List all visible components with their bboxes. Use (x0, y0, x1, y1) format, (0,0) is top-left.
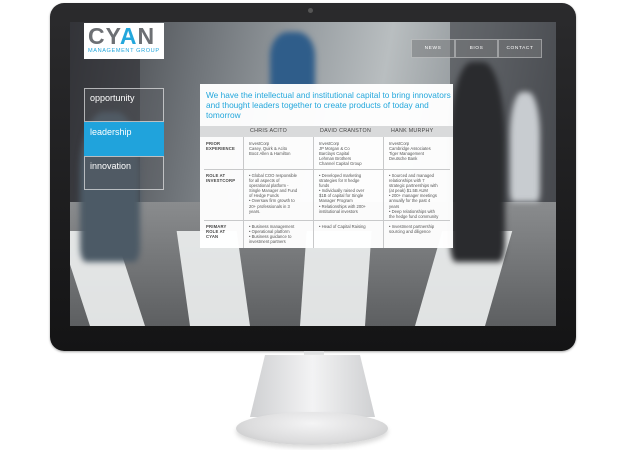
pedestrian-silhouette (510, 92, 540, 202)
website-screen: CYAN MANAGEMENT GROUP NEWS BIOS CONTACT … (70, 22, 556, 326)
table-header: CHRIS ACITO DAVID CRANSTON HANK MURPHY (200, 126, 453, 137)
nav-bios[interactable]: BIOS (455, 39, 498, 58)
row-label-role-at-investcorp: ROLE AT INVESTCORP (206, 173, 236, 183)
table-cell: • Head of Capital Raising (319, 224, 366, 229)
monitor-base (236, 412, 388, 445)
monitor-bezel: CYAN MANAGEMENT GROUP NEWS BIOS CONTACT … (50, 3, 576, 351)
sidebar-item-opportunity[interactable]: opportunity (84, 88, 164, 122)
table-cell: • Sourced and managed relationships with… (389, 173, 439, 219)
column-divider (383, 137, 384, 248)
sidebar-item-innovation[interactable]: innovation (84, 156, 164, 190)
column-header-cranston: DAVID CRANSTON (320, 128, 372, 134)
logo-tagline: MANAGEMENT GROUP (88, 48, 160, 54)
webcam (308, 8, 313, 13)
table-cell: • Business management • Operational plat… (249, 224, 295, 245)
pedestrian-silhouette (450, 62, 505, 262)
logo-wordmark: CYAN (88, 24, 155, 48)
row-label-primary-role-at-cyan: PRIMARY ROLE AT CYAN (206, 224, 227, 239)
column-divider (243, 137, 244, 248)
column-divider (313, 137, 314, 248)
table-cell: • Investment partnership sourcing and di… (389, 224, 435, 235)
nav-news[interactable]: NEWS (411, 39, 455, 58)
row-label-prior-experience: PRIOR EXPERIENCE (206, 141, 235, 151)
logo[interactable]: CYAN MANAGEMENT GROUP (84, 23, 164, 59)
logo-text: CYAN (88, 23, 156, 49)
pedestrian-silhouette (270, 32, 315, 92)
leadership-panel: We have the intellectual and institution… (200, 84, 453, 248)
table-cell: • Developed marketing strategies for 8 h… (319, 173, 366, 214)
monitor-stand (250, 355, 375, 417)
table-cell: InvestCorp Casey, Quirk & Acito Booz All… (249, 141, 291, 157)
sidebar-item-leadership[interactable]: leadership (84, 122, 164, 156)
table-cell: InvestCorp Cambridge Associates Tiger Ma… (389, 141, 431, 162)
row-divider (204, 169, 450, 170)
page-headline: We have the intellectual and institution… (206, 90, 451, 120)
column-header-murphy: HANK MURPHY (391, 128, 434, 134)
nav-contact[interactable]: CONTACT (498, 39, 542, 58)
row-divider (204, 220, 450, 221)
column-header-acito: CHRIS ACITO (250, 128, 288, 134)
table-cell: InvestCorp JP Morgan & Co Barclays Capit… (319, 141, 362, 167)
table-cell: • Global COO responsible for all aspects… (249, 173, 298, 214)
